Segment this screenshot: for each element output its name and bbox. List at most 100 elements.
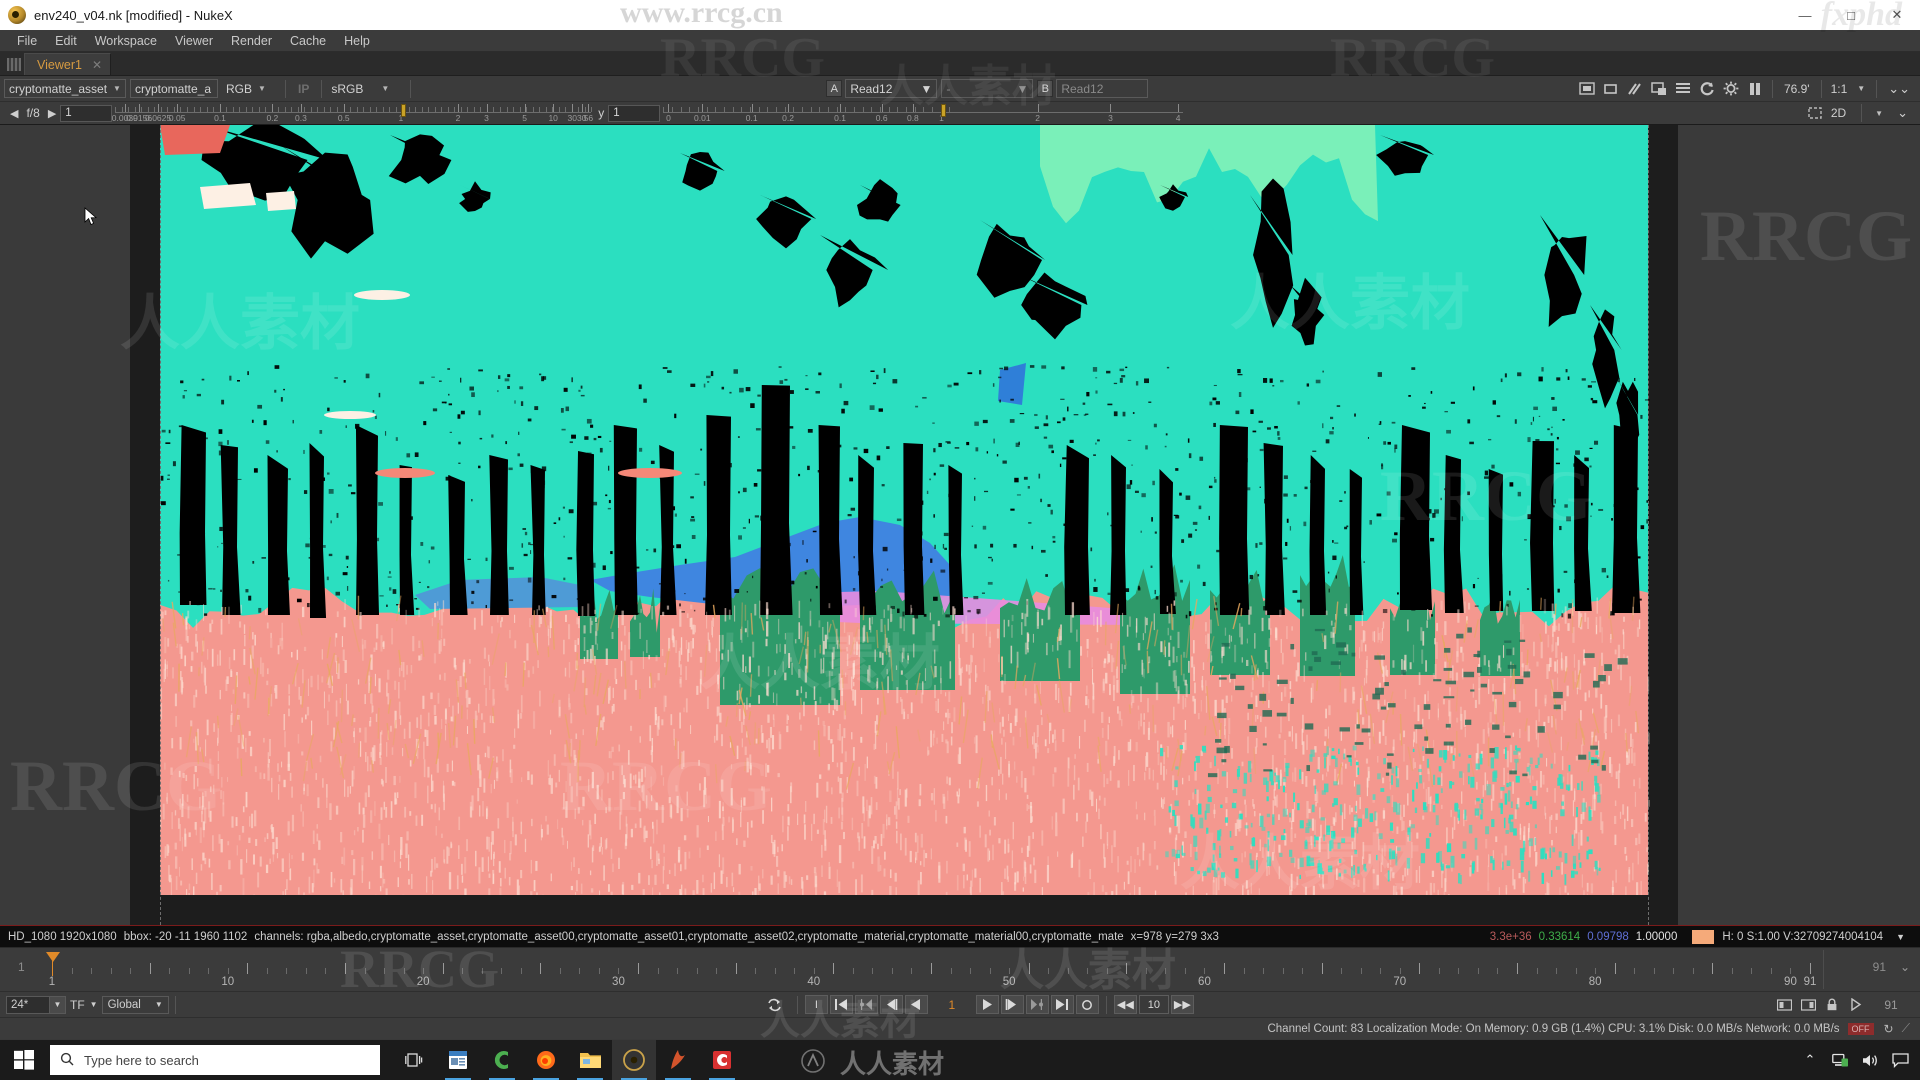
ip-toggle[interactable]: IP [291,82,316,96]
timeline-in-frame[interactable]: 1 [18,960,25,974]
nuke-icon[interactable] [612,1040,656,1080]
scope-dropdown[interactable]: Global ▼ [101,995,169,1014]
slider-tick [493,107,495,112]
resize-grip-icon[interactable]: ⟋ [1902,1021,1910,1036]
play-forward-button[interactable] [975,995,999,1014]
colorspace-select[interactable]: sRGB ▼ [327,79,401,98]
gain-slider-handle[interactable] [400,104,406,117]
input-b-select[interactable]: Read12 [1056,79,1149,98]
pause-icon[interactable] [1744,79,1766,99]
timeline-track[interactable]: 1 10 20 30 40 50 60 70 80 90 91 [46,948,1816,991]
timeline-ruler[interactable]: 1 1 10 20 30 40 50 60 70 80 90 91 91 ⌄ RRCG 人人素材 [0,939,1920,999]
expand-toolbar-icon-2[interactable]: ⌄ [1891,105,1914,121]
task-view-icon[interactable] [392,1040,436,1080]
set-in-point-button[interactable]: I [804,995,828,1014]
roi-icon[interactable] [1648,79,1670,99]
previous-frame-step-button[interactable] [879,995,903,1014]
network-icon[interactable] [1826,1040,1854,1080]
first-frame-button[interactable] [829,995,853,1014]
roi-select-icon[interactable] [1804,103,1826,123]
firefox-icon[interactable] [524,1040,568,1080]
next-keyframe-button[interactable] [1025,995,1049,1014]
menu-render[interactable]: Render [222,32,281,50]
tf-dropdown[interactable]: TF ▼ [66,998,102,1012]
skip-backward-button[interactable]: ◀◀ [1113,995,1137,1014]
refresh-icon[interactable]: ↻ [1884,1022,1894,1036]
menu-edit[interactable]: Edit [46,32,86,50]
zoom-level[interactable]: 76.9' [1778,82,1816,96]
layer-select-2[interactable]: cryptomatte_a [130,79,218,98]
timeline-tick [1321,963,1323,974]
play-backward-button[interactable] [904,995,928,1014]
play-forward-step-button[interactable] [1000,995,1024,1014]
minimize-button[interactable]: — [1782,0,1828,30]
slider-tick [415,107,417,112]
wipe-icon[interactable] [1624,79,1646,99]
timeline-tick [716,968,718,974]
timeline-tick [1458,968,1460,974]
menu-file[interactable]: File [8,32,46,50]
current-frame-field[interactable]: 1 [929,998,975,1012]
output-range-icon[interactable] [1797,995,1819,1015]
skip-forward-button[interactable]: ▶▶ [1170,995,1194,1014]
gain-slider[interactable]: 0.0039 0.0156 0.0625 0.05 0.1 0.2 0.3 0.5 1 2 3 5 10… [112,103,593,123]
panel-grip-icon[interactable] [7,58,21,71]
taskbar-search-box[interactable]: Type here to search [50,1045,380,1075]
input-range-icon[interactable] [1773,995,1795,1015]
loop-icon[interactable] [760,995,790,1014]
skip-amount-field[interactable]: 10 [1138,995,1169,1014]
menu-cache[interactable]: Cache [281,32,335,50]
timeline-out-frame[interactable]: 91 [1873,960,1886,974]
expand-toolbar-icon[interactable]: ⌄⌄ [1882,81,1916,97]
fps-field[interactable]: 24* [6,995,50,1014]
playback-mode-icon[interactable] [1845,995,1867,1015]
divider [174,995,176,1014]
acrobat-icon[interactable] [656,1040,700,1080]
gamma-value-field[interactable]: 1 [608,104,661,122]
calculator-green-icon[interactable] [480,1040,524,1080]
input-mix-select[interactable]: - ▼ [941,79,1034,98]
gamma-gizmo-icon[interactable] [1720,79,1742,99]
show-hidden-icons[interactable]: ⌃ [1796,1040,1824,1080]
refresh-icon[interactable] [1696,79,1718,99]
tab-viewer1[interactable]: Viewer1 ✕ [24,53,111,75]
timeline-expand-icon[interactable]: ⌄ [1900,960,1910,974]
cinema4d-icon[interactable] [700,1040,744,1080]
record-loop-button[interactable] [1075,995,1099,1014]
close-icon[interactable]: ✕ [92,58,102,72]
lock-range-icon[interactable] [1821,995,1843,1015]
action-center-icon[interactable] [1886,1040,1914,1080]
zoom-to-fit-icon[interactable] [1600,79,1622,99]
playhead-marker[interactable] [46,952,60,962]
gamma-slider-handle[interactable] [941,104,947,117]
status-badge[interactable]: OFF [1847,1022,1874,1035]
fit-to-window-icon[interactable] [1576,79,1598,99]
last-frame-button[interactable] [1050,995,1074,1014]
menu-viewer[interactable]: Viewer [166,32,222,50]
zoom-ratio[interactable]: 1:1 [1827,82,1852,96]
stack-list-icon[interactable] [1672,79,1694,99]
input-a-select[interactable]: Read12 ▼ [845,79,938,98]
chevron-down-icon[interactable]: ▼ [1867,109,1891,118]
chevron-down-icon[interactable]: ▼ [1851,84,1871,93]
gain-prev-icon[interactable]: ◀ [6,107,22,120]
gamma-slider[interactable]: 0 0.01 0.1 0.2 0.1 0.6 0.8 1 2 3 4 [663,103,1184,123]
slider-tick [297,107,299,112]
maximize-button[interactable]: □ [1828,0,1874,30]
menu-workspace[interactable]: Workspace [86,32,166,50]
chevron-down-icon[interactable]: ▼ [1896,932,1905,942]
file-explorer-icon[interactable] [568,1040,612,1080]
layer-select[interactable]: cryptomatte_asset ▼ [4,79,126,98]
viewer-mode-2d[interactable]: 2D [1827,106,1856,120]
gain-next-icon[interactable]: ▶ [44,107,60,120]
volume-icon[interactable] [1856,1040,1884,1080]
previous-keyframe-button[interactable] [854,995,878,1014]
chevron-down-icon[interactable]: ▼ [50,995,66,1014]
channel-select[interactable]: RGB ▼ [222,79,276,98]
viewer-canvas[interactable]: 人人素材 RRCG 人人素材 RRCG 人人素材 RRCG 人人素材 RRCG [0,125,1920,925]
gain-value-field[interactable]: 1 [60,104,113,122]
windows-start-icon[interactable] [0,1040,48,1080]
news-app-icon[interactable] [436,1040,480,1080]
close-button[interactable]: ✕ [1874,0,1920,30]
menu-help[interactable]: Help [335,32,379,50]
